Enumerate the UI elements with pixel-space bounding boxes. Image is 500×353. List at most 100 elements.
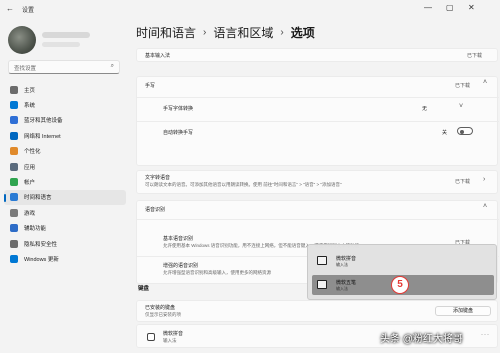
sidebar-item-label: Windows 更新 bbox=[24, 256, 59, 263]
popup-item-name: 微软五笔 bbox=[336, 280, 357, 286]
handwriting-status: 已下载 bbox=[455, 83, 471, 89]
back-arrow-icon[interactable]: ← bbox=[6, 4, 14, 13]
chevron-right-icon: › bbox=[280, 27, 284, 38]
close-button[interactable]: ✕ bbox=[468, 3, 475, 12]
sidebar-item-label: 主页 bbox=[24, 87, 36, 94]
pen-conversion-label: 手写字体转换 bbox=[163, 106, 194, 112]
search-input[interactable]: 查找设置 ⌕ bbox=[8, 60, 120, 74]
gamepad-icon bbox=[10, 208, 18, 217]
basic-ime-row[interactable]: 基本输入法 已下载 bbox=[136, 48, 498, 62]
keyboard-icon bbox=[317, 256, 327, 265]
account-icon bbox=[10, 178, 18, 187]
ms-pinyin-label: 微软拼音 bbox=[163, 331, 184, 337]
sidebar-item[interactable]: 辅助功能 bbox=[4, 221, 126, 236]
wifi-icon bbox=[10, 131, 18, 140]
step-badge: 5 bbox=[391, 276, 409, 294]
home-icon bbox=[10, 85, 18, 94]
installed-keyboards-sub: 仅显示已安装的项 bbox=[145, 312, 181, 317]
enhanced-speech-desc: 允许增强型语音识别和高级输入，使用更多的网络资源 bbox=[163, 270, 271, 275]
sidebar: 查找设置 ⌕ 主页系统蓝牙和其他设备 网络和 Internet 个性化应用帐户时间和… bbox=[0, 18, 130, 353]
breadcrumb-time-language[interactable]: 时间和语言 bbox=[136, 24, 196, 41]
sidebar-nav: 主页系统蓝牙和其他设备 网络和 Internet 个性化应用帐户时间和语言游戏辅助功… bbox=[4, 82, 126, 267]
sidebar-item[interactable]: 隐私和安全性 bbox=[4, 236, 126, 251]
chevron-up-icon[interactable]: ˄ bbox=[483, 203, 487, 210]
basic-speech-title: 基本语音识别 bbox=[163, 236, 194, 242]
sidebar-item-label: 网络和 Internet bbox=[24, 133, 61, 140]
maximize-button[interactable]: ▢ bbox=[446, 3, 454, 12]
ms-pinyin-sub: 输入法 bbox=[163, 338, 177, 343]
auto-convert-toggle[interactable] bbox=[457, 127, 473, 135]
divider bbox=[137, 121, 499, 122]
accessibility-icon bbox=[10, 224, 18, 233]
sidebar-item[interactable]: 网络和 Internet bbox=[4, 128, 126, 143]
text-to-speech-row[interactable]: 文字转语音 可以朗读文本的语音。可添加其他语音以用朗读转换。使用 前往"时间和语… bbox=[136, 170, 498, 194]
watermark: 头条 @粉红大将哥 bbox=[380, 334, 463, 345]
sidebar-item[interactable]: 应用 bbox=[4, 159, 126, 174]
page-title: 选项 bbox=[290, 26, 315, 40]
chevron-right-icon: › bbox=[203, 27, 207, 38]
app-title: 设置 bbox=[22, 8, 35, 14]
monitor-icon bbox=[10, 101, 18, 110]
add-keyboard-button[interactable]: 添加键盘 bbox=[435, 306, 491, 316]
sidebar-item[interactable]: 个性化 bbox=[4, 144, 126, 159]
sidebar-item[interactable]: 游戏 bbox=[4, 205, 126, 220]
sidebar-item[interactable]: 系统 bbox=[4, 97, 126, 112]
installed-keyboards-label: 已安装的键盘 bbox=[145, 305, 176, 311]
tts-status: 已下载 bbox=[455, 179, 471, 185]
more-options-icon[interactable]: ··· bbox=[481, 332, 490, 338]
enhanced-speech-title: 增强的语音识别 bbox=[163, 263, 199, 269]
search-placeholder: 查找设置 bbox=[14, 66, 37, 72]
title-bar: ← 设置 — ▢ ✕ bbox=[0, 0, 500, 18]
tts-title: 文字转语音 bbox=[145, 175, 171, 181]
auto-convert-label: 自动转换手写 bbox=[163, 130, 194, 136]
tts-description: 可以朗读文本的语音。可添加其他语音以用朗读转换。使用 前往"时间和语言" > "… bbox=[145, 182, 342, 187]
keyboard-icon bbox=[317, 280, 327, 289]
sidebar-item-label: 应用 bbox=[24, 164, 36, 171]
sidebar-item[interactable]: 蓝牙和其他设备 bbox=[4, 113, 126, 128]
apps-icon bbox=[10, 162, 18, 171]
search-icon: ⌕ bbox=[110, 63, 114, 69]
keyboard-picker-popup: 微软拼音 输入法 微软五笔 输入法 5 bbox=[307, 244, 497, 300]
breadcrumb: 时间和语言 › 语言和区域 › 选项 bbox=[136, 24, 315, 41]
sidebar-item-label: 蓝牙和其他设备 bbox=[24, 118, 63, 125]
chevron-right-icon[interactable]: › bbox=[483, 176, 485, 183]
sidebar-item[interactable]: 帐户 bbox=[4, 174, 126, 189]
shield-icon bbox=[10, 239, 18, 248]
breadcrumb-language-region[interactable]: 语言和区域 bbox=[213, 24, 273, 41]
basic-ime-status: 已下载 bbox=[467, 53, 483, 59]
chevron-down-icon[interactable]: ˅ bbox=[459, 103, 463, 110]
divider bbox=[137, 97, 499, 98]
installed-keyboards-row: 已安装的键盘 仅显示已安装的项 添加键盘 bbox=[136, 300, 498, 322]
chevron-up-icon[interactable]: ˄ bbox=[483, 79, 487, 86]
globe-clock-icon bbox=[10, 193, 18, 202]
handwriting-card: 手写 已下载 ˄ 手写字体转换 无 ˅ 自动转换手写 关 bbox=[136, 76, 499, 166]
basic-ime-label: 基本输入法 bbox=[145, 53, 171, 59]
minimize-button[interactable]: — bbox=[424, 3, 432, 12]
update-icon bbox=[10, 254, 18, 263]
speech-header: 语音识别 bbox=[145, 207, 166, 213]
sidebar-item-label: 游戏 bbox=[24, 210, 36, 217]
sidebar-item[interactable]: 主页 bbox=[4, 82, 126, 97]
popup-item-wubi[interactable]: 微软五笔 输入法 5 bbox=[312, 275, 494, 295]
popup-item-pinyin[interactable]: 微软拼音 输入法 bbox=[312, 251, 494, 271]
handwriting-header: 手写 bbox=[145, 83, 156, 89]
account-name-redacted bbox=[42, 32, 90, 38]
popup-item-sub: 输入法 bbox=[336, 286, 348, 291]
pen-conversion-value[interactable]: 无 bbox=[422, 105, 427, 112]
keyboards-header: 键盘 bbox=[138, 286, 150, 292]
sidebar-item[interactable]: Windows 更新 bbox=[4, 251, 126, 266]
brush-icon bbox=[10, 147, 18, 156]
keyboard-icon bbox=[147, 333, 155, 341]
bluetooth-icon bbox=[10, 116, 18, 125]
sidebar-item-label: 帐户 bbox=[24, 180, 36, 187]
sidebar-item-label: 隐私和安全性 bbox=[24, 241, 58, 248]
account-email-redacted bbox=[42, 42, 80, 47]
popup-item-sub: 输入法 bbox=[336, 262, 348, 267]
sidebar-item-label: 辅助功能 bbox=[24, 226, 47, 233]
sidebar-item[interactable]: 时间和语言 bbox=[4, 189, 126, 206]
auto-convert-state: 关 bbox=[442, 130, 448, 136]
popup-item-name: 微软拼音 bbox=[336, 256, 357, 262]
sidebar-item-label: 系统 bbox=[24, 103, 36, 110]
sidebar-item-label: 个性化 bbox=[24, 149, 41, 156]
divider bbox=[137, 219, 499, 220]
